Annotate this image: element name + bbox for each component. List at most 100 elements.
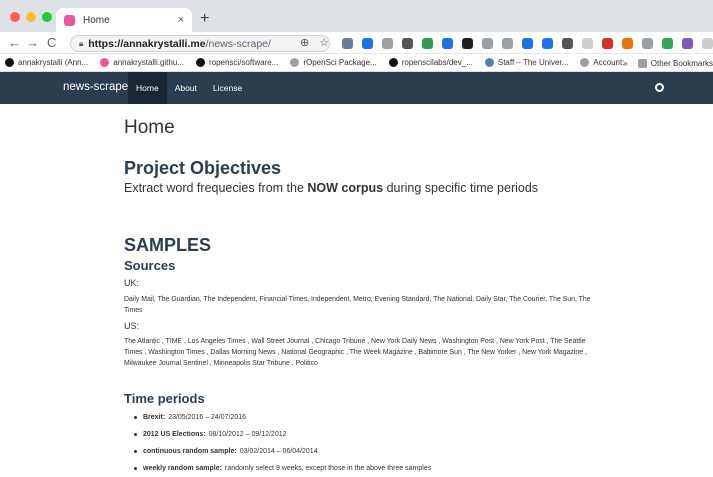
bookmark-favicon-icon <box>100 58 110 67</box>
more-bookmarks-button[interactable]: » <box>623 59 627 68</box>
uk-sources: Daily Mail, The Guardian, The Independen… <box>124 296 591 314</box>
site-navbar: news-scrape Home About License <box>0 72 713 104</box>
nav-link-home[interactable]: Home <box>128 72 167 104</box>
zoom-icon[interactable]: ⊕ <box>300 36 309 49</box>
time-period-name: 2012 US Elections: <box>143 431 206 438</box>
new-tab-button[interactable]: + <box>200 10 209 28</box>
bookmark-favicon-icon <box>195 58 205 67</box>
objectives-heading: Project Objectives <box>124 158 282 178</box>
extension-icon[interactable] <box>462 38 473 49</box>
bookmark-favicon-icon <box>290 58 300 67</box>
tab-bar: Home × + <box>0 0 713 32</box>
bookmark-item[interactable]: Account: <box>580 58 624 67</box>
bookmark-favicon-icon <box>5 58 14 67</box>
extension-icon[interactable] <box>402 38 413 49</box>
bullet-icon <box>134 416 137 419</box>
bookmark-item[interactable]: annakrystalli (Ann... <box>5 58 88 67</box>
extension-icon[interactable] <box>582 38 593 49</box>
bookmark-item[interactable]: rOpenSci Package... <box>290 58 377 67</box>
tab-title: Home <box>83 14 110 26</box>
us-label: US: <box>124 321 140 331</box>
time-period-value: 03/02/2014 – 06/04/2014 <box>239 448 318 455</box>
bookmark-item[interactable]: annakrystalli.githu... <box>100 58 184 67</box>
extension-icon[interactable] <box>602 38 613 49</box>
extension-icon[interactable] <box>442 38 453 49</box>
bookmark-label: annakrystalli.githu... <box>113 58 184 67</box>
nav-link-about[interactable]: About <box>167 72 205 104</box>
bookmark-label: Account: <box>593 58 625 67</box>
folder-icon <box>637 58 647 68</box>
bookmark-label: ropenscilabs/dev_... <box>401 58 473 67</box>
lock-icon: 🔒︎ <box>79 38 84 48</box>
uk-label: UK: <box>124 278 140 288</box>
window-controls <box>10 12 52 22</box>
tab-close-icon[interactable]: × <box>178 14 184 26</box>
bookmark-item[interactable]: ropenscilabs/dev_... <box>388 58 473 67</box>
samples-heading: SAMPLES <box>124 235 212 255</box>
extension-icon[interactable] <box>382 38 393 49</box>
time-period-name: Brexit: <box>143 414 166 421</box>
minimize-window-button[interactable] <box>26 12 36 22</box>
bookmark-star-icon[interactable]: ☆ <box>319 36 329 49</box>
maximize-window-button[interactable] <box>42 12 52 22</box>
now-corpus-link[interactable]: NOW corpus <box>307 181 383 195</box>
bookmark-label: rOpenSci Package... <box>303 58 377 67</box>
extension-icon[interactable] <box>522 38 533 49</box>
page-title: Home <box>124 117 175 138</box>
bookmarks-overflow: » Other Bookmarks <box>623 54 713 72</box>
extension-icon[interactable] <box>342 38 353 49</box>
address-bar[interactable]: 🔒︎ https://annakrystalli.me/news-scrape/ <box>70 35 330 52</box>
time-period-value: randomly select 9 weeks, except those in… <box>224 465 432 472</box>
bookmark-favicon-icon <box>580 58 590 67</box>
bookmark-item[interactable]: Staff – The Univer... <box>484 58 569 67</box>
bookmark-label: ropensci/software... <box>208 58 279 67</box>
url-path: /news-scrape/ <box>205 37 271 50</box>
github-icon[interactable] <box>655 83 664 92</box>
extension-icon[interactable] <box>682 38 693 49</box>
extension-icons <box>342 38 713 49</box>
time-period-value: 08/10/2012 – 09/12/2012 <box>208 431 287 438</box>
time-periods-heading: Time periods <box>124 391 205 406</box>
us-sources: The Atlantic , TIME , Los Angeles Times … <box>124 338 587 367</box>
nav-link-license[interactable]: License <box>205 72 250 104</box>
bookmark-favicon-icon <box>388 58 398 67</box>
bullet-icon <box>134 450 137 453</box>
extension-icon[interactable] <box>702 38 713 49</box>
bookmark-label: annakrystalli (Ann... <box>18 58 89 67</box>
extension-icon[interactable] <box>542 38 553 49</box>
time-period-item: Brexit: 23/05/2016 – 24/07/2016 <box>134 409 431 426</box>
bookmark-item[interactable]: ropensci/software... <box>195 58 279 67</box>
extension-icon[interactable] <box>662 38 673 49</box>
bullet-icon <box>134 433 137 436</box>
extension-icon[interactable] <box>502 38 513 49</box>
time-period-item: weekly random sample: randomly select 9 w… <box>134 460 431 477</box>
forward-button[interactable]: → <box>26 35 39 51</box>
extension-icon[interactable] <box>482 38 493 49</box>
toolbar: ← → C 🔒︎ https://annakrystalli.me/news-s… <box>0 32 713 54</box>
reload-button[interactable]: C <box>47 35 56 51</box>
browser-tab-home[interactable]: Home × <box>56 8 192 32</box>
extension-icon[interactable] <box>362 38 373 49</box>
site-nav-links: Home About License <box>128 72 250 104</box>
objectives-text-post: during specific time periods <box>383 181 539 195</box>
time-periods-list: Brexit: 23/05/2016 – 24/07/2016 2012 US El… <box>134 409 431 477</box>
time-period-name: weekly random sample: <box>143 465 222 472</box>
extension-icon[interactable] <box>622 38 633 49</box>
site-brand-link[interactable]: news-scrape <box>63 81 128 93</box>
extension-icon[interactable] <box>422 38 433 49</box>
site-favicon-icon <box>64 14 75 26</box>
objectives-text-pre: Extract word frequecies from the <box>124 181 308 195</box>
other-bookmarks-button[interactable]: Other Bookmarks <box>651 59 713 68</box>
omnibox-actions: ⊕ ☆ <box>300 36 329 49</box>
time-period-value: 23/05/2016 – 24/07/2016 <box>168 414 247 421</box>
url-host: https://annakrystalli.me <box>88 37 206 50</box>
time-period-item: continuous random sample: 03/02/2014 – 06… <box>134 443 431 460</box>
bookmark-label: Staff – The Univer... <box>497 58 569 67</box>
time-period-item: 2012 US Elections: 08/10/2012 – 09/12/201… <box>134 426 431 443</box>
close-window-button[interactable] <box>10 12 20 22</box>
extension-icon[interactable] <box>562 38 573 49</box>
bookmark-favicon-icon <box>484 58 494 67</box>
sources-heading: Sources <box>124 258 176 273</box>
extension-icon[interactable] <box>642 38 653 49</box>
back-button[interactable]: ← <box>8 35 21 51</box>
